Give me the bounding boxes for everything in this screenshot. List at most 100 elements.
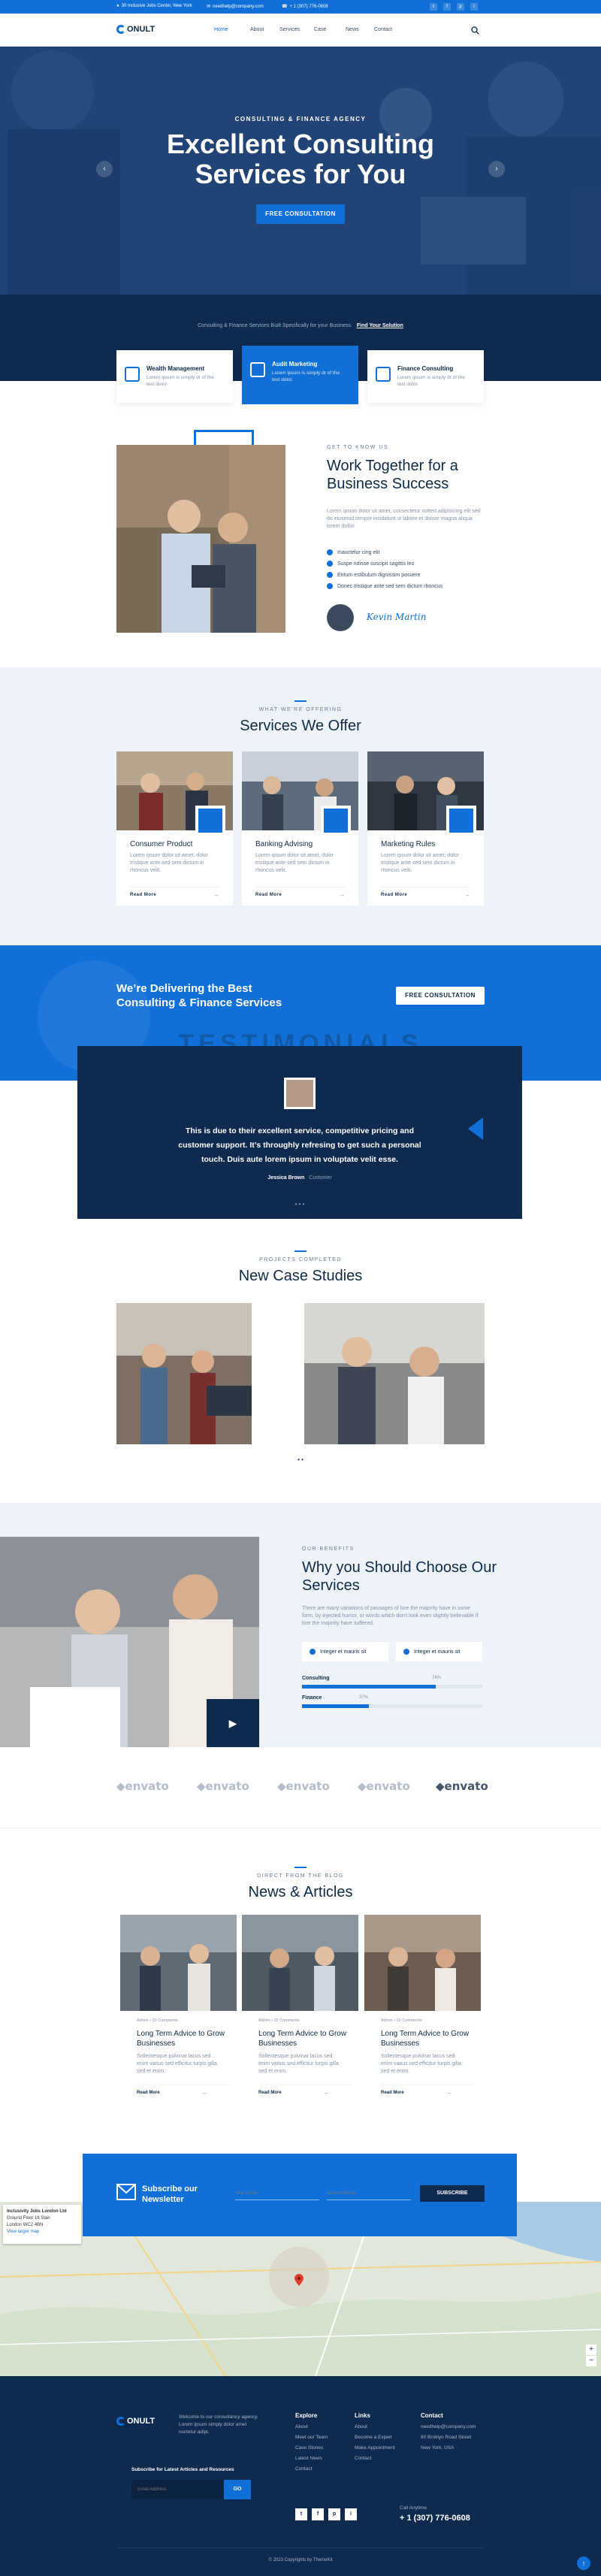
why-pill-2: Integer et mauris sit xyxy=(396,1642,482,1661)
instagram-icon[interactable]: i xyxy=(470,3,478,11)
footer-explore-link[interactable]: Contact xyxy=(295,2466,312,2472)
logo[interactable]: ONULT xyxy=(116,25,155,34)
footer-explore-link[interactable]: Latest News xyxy=(295,2456,322,2461)
testimonial-card: This is due to their excellent service, … xyxy=(77,1046,522,1219)
services-kicker-line xyxy=(294,700,307,702)
audit-icon xyxy=(250,362,265,377)
cta-title: We’re Delivering the Best Consulting & F… xyxy=(116,982,282,1009)
newsletter-name-input[interactable] xyxy=(235,2187,319,2200)
service-card-consumer[interactable]: Consumer Product Lorem ipsum dolor sit a… xyxy=(116,751,233,906)
arrow-right-icon[interactable]: → xyxy=(464,891,470,898)
band-link[interactable]: Find Your Solution xyxy=(357,323,403,328)
hero-next-arrow-icon[interactable]: › xyxy=(488,161,505,177)
nav-contact[interactable]: Contact xyxy=(374,27,392,32)
news-card-3[interactable]: Admin • 02 Comments Long Term Advice to … xyxy=(364,1915,481,2110)
footer-instagram-icon[interactable]: i xyxy=(345,2508,357,2520)
footer-links-link[interactable]: Make Appointment xyxy=(355,2445,395,2451)
facebook-icon[interactable]: f xyxy=(443,3,451,11)
newsletter-title: Subscribe our Newsletter xyxy=(142,2184,198,2204)
cta-consultation-button[interactable]: Free Consultation xyxy=(396,987,485,1005)
arrow-right-icon[interactable]: → xyxy=(339,891,345,898)
arrow-right-icon[interactable]: → xyxy=(445,2089,452,2096)
footer-links-link[interactable]: About xyxy=(355,2424,367,2429)
footer-subscribe-title: Subscribe for Latest Articles and Resour… xyxy=(131,2467,234,2472)
nav-case[interactable]: Case xyxy=(314,27,326,32)
why-kicker: Our Benefits xyxy=(302,1547,355,1552)
play-video-button[interactable]: ▶ xyxy=(207,1699,259,1747)
topbar-phone[interactable]: ☎ + 1 (307) 776-0608 xyxy=(282,4,328,10)
author-signature: Kevin Martin xyxy=(367,612,427,622)
pinterest-icon[interactable]: p xyxy=(457,3,464,11)
footer-twitter-icon[interactable]: t xyxy=(295,2508,307,2520)
about-team-photo xyxy=(116,445,285,633)
nav-about[interactable]: About xyxy=(250,27,264,32)
map-zoom-out-button[interactable]: − xyxy=(586,2356,596,2366)
footer-facebook-icon[interactable]: f xyxy=(312,2508,324,2520)
read-more-link[interactable]: Read More xyxy=(255,893,282,897)
read-more-link[interactable]: Read More xyxy=(130,893,156,897)
nav-home[interactable]: Home xyxy=(214,27,228,32)
twitter-icon[interactable]: t xyxy=(430,3,437,11)
topbar-address: ● 30 Inclusive Jobs Center, New York xyxy=(116,4,192,8)
news-card-1[interactable]: Admin • 02 Comments Long Term Advice to … xyxy=(120,1915,237,2110)
services-title: Services We Offer xyxy=(240,718,361,734)
feature-card-audit[interactable]: Audit Marketing Lorem ipsum is simply dr… xyxy=(242,346,358,404)
view-larger-map-link[interactable]: View larger map xyxy=(7,2229,77,2236)
search-icon[interactable] xyxy=(471,26,479,35)
why-title: Why you Should Choose Our Services xyxy=(302,1559,497,1594)
footer-contact-title: Contact xyxy=(421,2412,443,2419)
bar-label-finance: Finance xyxy=(302,1695,322,1701)
map-zoom-in-button[interactable]: + xyxy=(586,2345,596,2355)
footer-contact-city: New York, USA xyxy=(421,2445,455,2451)
logo-mark-icon xyxy=(116,2417,125,2426)
arrow-right-icon[interactable]: → xyxy=(213,891,219,898)
footer-explore-link[interactable]: Meet our Team xyxy=(295,2435,328,2440)
mail-icon: ✉ xyxy=(207,5,211,9)
map-pin-icon[interactable] xyxy=(294,2274,304,2286)
footer-logo[interactable]: ONULT xyxy=(116,2417,155,2426)
topbar-email[interactable]: ✉ needhelp@company.com xyxy=(207,4,264,10)
footer-links-link[interactable]: Become a Expert xyxy=(355,2435,392,2440)
news-kicker-line xyxy=(294,1867,307,1868)
testimonial-dots[interactable]: • • • xyxy=(77,1201,522,1208)
read-more-link[interactable]: Read More xyxy=(381,893,407,897)
phone-icon: ☎ xyxy=(282,5,288,9)
footer-go-button[interactable]: GO xyxy=(224,2480,251,2499)
nav-services[interactable]: Services xyxy=(279,27,300,32)
footer-explore-link[interactable]: About xyxy=(295,2424,308,2429)
feature-card-wealth[interactable]: Wealth Management Lorem ipsum is simply … xyxy=(116,350,233,403)
news-card-2[interactable]: Admin • 02 Comments Long Term Advice to … xyxy=(242,1915,358,2110)
footer-contact-email[interactable]: needhelp@company.com xyxy=(421,2424,476,2429)
case-photo-1[interactable] xyxy=(116,1303,297,1444)
location-icon: ● xyxy=(116,4,119,8)
about-title: Work Together for a Business Success xyxy=(327,458,458,492)
feature-card-finance[interactable]: Finance Consulting Lorem ipsum is simply… xyxy=(367,350,484,403)
arrow-right-icon[interactable]: → xyxy=(201,2089,207,2096)
footer-call-number[interactable]: + 1 (307) 776-0608 xyxy=(400,2514,470,2523)
client-logo-4: ◆envato xyxy=(358,1779,410,1793)
footer-pinterest-icon[interactable]: p xyxy=(328,2508,340,2520)
hero-consultation-button[interactable]: Free Consultation xyxy=(256,204,345,224)
about-check-2: Suspe ndisse suscipit sagittis leo xyxy=(327,561,414,567)
newsletter-email-input[interactable] xyxy=(327,2187,411,2200)
read-more-link[interactable]: Read More xyxy=(258,2091,282,2095)
footer-explore-title: Explore xyxy=(295,2412,318,2419)
footer-links-title: Links xyxy=(355,2412,370,2419)
back-to-top-icon[interactable]: ↑ xyxy=(577,2556,590,2570)
read-more-link[interactable]: Read More xyxy=(137,2091,160,2095)
footer-links-link[interactable]: Contact xyxy=(355,2456,371,2461)
newsletter-subscribe-button[interactable]: Subscribe xyxy=(420,2185,485,2202)
read-more-link[interactable]: Read More xyxy=(381,2091,404,2095)
cases-dots[interactable]: • • xyxy=(0,1456,601,1463)
why-pill-1: Integer et mauris sit xyxy=(302,1642,388,1661)
arrow-right-icon[interactable]: → xyxy=(323,2089,329,2096)
progress-bar-finance xyxy=(302,1704,482,1708)
nav-news[interactable]: News xyxy=(346,27,359,32)
hero-prev-arrow-icon[interactable]: ‹ xyxy=(96,161,113,177)
service-card-banking[interactable]: Banking Advising Lorem ipsum dolor sit a… xyxy=(242,751,358,906)
footer-explore-link[interactable]: Case Stories xyxy=(295,2445,323,2451)
service-card-marketing[interactable]: Marketing Rules Lorem ipsum dolor sit am… xyxy=(367,751,484,906)
case-photo-2[interactable] xyxy=(304,1303,485,1444)
footer-email-input[interactable] xyxy=(131,2480,223,2499)
news-title: News & Articles xyxy=(248,1884,353,1900)
